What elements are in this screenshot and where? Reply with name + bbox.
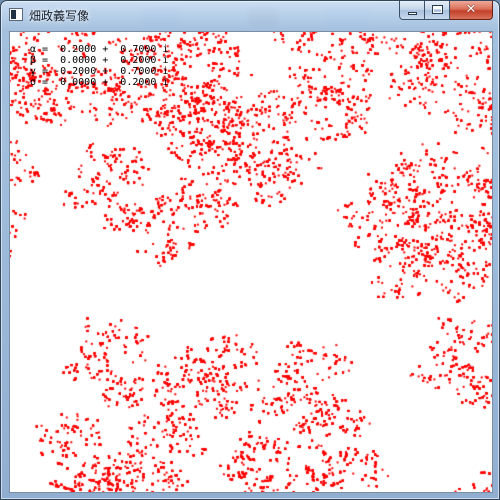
drawing-area: α = 0.2000 + 0.7000 i β = 0.0000 + 0.200… bbox=[9, 31, 493, 493]
maximize-button[interactable] bbox=[425, 1, 450, 20]
close-icon: ✕ bbox=[465, 2, 477, 17]
minimize-icon bbox=[408, 12, 417, 15]
alpha-parameter: α = 0.2000 + 0.7000 i bbox=[30, 44, 169, 55]
maximize-icon bbox=[432, 5, 443, 14]
takagi-fractal-canvas bbox=[10, 32, 492, 492]
parameter-list: α = 0.2000 + 0.7000 i β = 0.0000 + 0.200… bbox=[30, 44, 168, 88]
gamma-parameter: γ = -0.2000 + 0.7000 i bbox=[30, 66, 169, 77]
caption-buttons: ✕ bbox=[399, 1, 493, 20]
sigma-parameter: σ = 0.0000 + 0.2000 i bbox=[30, 77, 169, 88]
app-window-icon[interactable] bbox=[9, 8, 23, 21]
app-window: 畑政義写像 ✕ α = 0.2000 + 0.7000 i β = 0.0000… bbox=[0, 0, 500, 500]
beta-parameter: β = 0.0000 + 0.2000 i bbox=[30, 55, 169, 66]
window-title: 畑政義写像 bbox=[29, 9, 90, 23]
minimize-button[interactable] bbox=[399, 1, 425, 20]
title-bar[interactable]: 畑政義写像 ✕ bbox=[1, 1, 499, 31]
close-button[interactable]: ✕ bbox=[450, 1, 493, 20]
